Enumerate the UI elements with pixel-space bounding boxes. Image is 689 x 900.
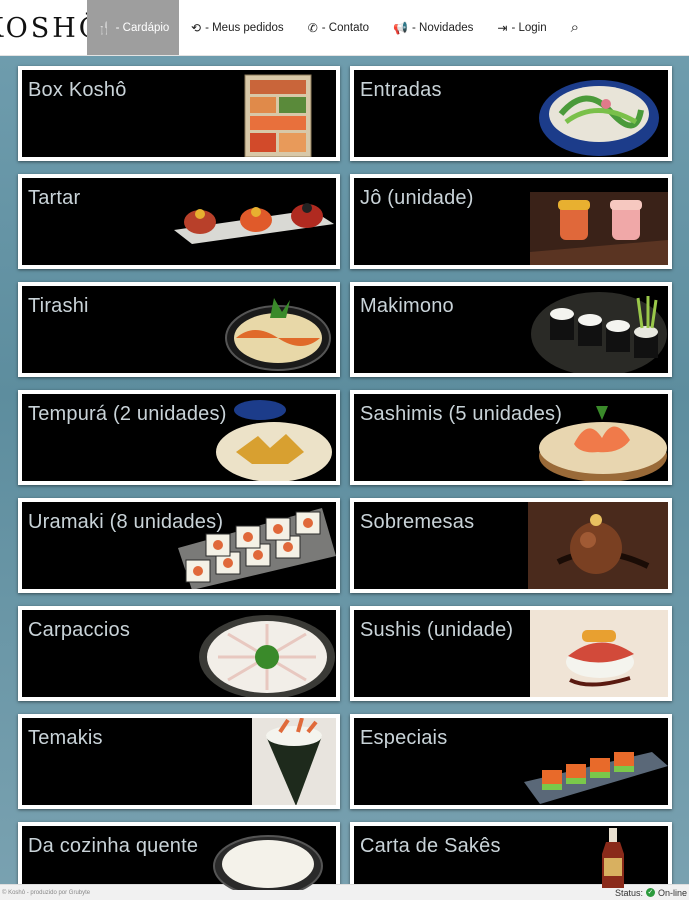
refresh-orders-icon: ⟲ [191, 20, 202, 35]
temaki-cone-photo [252, 718, 336, 805]
search-button[interactable]: ⌕ [559, 0, 595, 55]
category-name: Sashimis (5 unidades) [360, 403, 563, 425]
category-card-carpaccios[interactable]: Carpaccios [18, 606, 340, 701]
category-card-sobremesas[interactable]: Sobremesas [350, 498, 672, 593]
category-name: Uramaki (8 unidades) [28, 511, 224, 533]
bento-box-photo [244, 74, 312, 157]
category-name: Tempurá (2 unidades) [28, 403, 227, 425]
nav-contato[interactable]: ✆ - Contato [296, 0, 381, 55]
login-icon: ⇥ [497, 20, 508, 35]
category-card-entradas[interactable]: Entradas [350, 66, 672, 161]
category-name: Entradas [360, 79, 442, 101]
rice-bowl-photo [213, 835, 323, 890]
category-name: Tirashi [28, 295, 89, 317]
nav-label: - Novidades [412, 21, 474, 34]
especiais-plate-photo [524, 752, 668, 804]
megaphone-icon: 📢 [393, 20, 409, 35]
nav-novidades[interactable]: 📢 - Novidades [381, 0, 485, 55]
category-name: Box Koshô [28, 79, 127, 101]
category-name: Da cozinha quente [28, 835, 199, 857]
category-card-tartar[interactable]: Tartar [18, 174, 340, 269]
connection-status: Status: ✓ On-line [615, 888, 687, 898]
category-name: Tartar [28, 187, 81, 209]
category-name: Especiais [360, 727, 448, 749]
search-icon: ⌕ [570, 19, 580, 36]
category-card-box-kosho[interactable]: Box Koshô [18, 66, 340, 161]
nav-meus-pedidos[interactable]: ⟲ - Meus pedidos [179, 0, 296, 55]
category-name: Jô (unidade) [360, 187, 474, 209]
status-label: Status: [614, 887, 643, 898]
category-card-jo[interactable]: Jô (unidade) [350, 174, 672, 269]
phone-icon: ✆ [307, 20, 318, 35]
makimono-plate-photo [531, 292, 667, 373]
category-card-makimono[interactable]: Makimono [350, 282, 672, 377]
nav-label: - Login [511, 21, 547, 34]
category-card-uramaki[interactable]: Uramaki (8 unidades) [18, 498, 340, 593]
nav-label: - Meus pedidos [205, 21, 284, 34]
chocolate-dessert-photo [528, 502, 668, 589]
category-name: Carta de Sakês [360, 835, 501, 857]
salad-bowl-photo [539, 80, 659, 156]
nav-label: - Cardápio [115, 21, 170, 34]
tartar-plate-photo [174, 203, 334, 244]
jo-pieces-photo [530, 192, 668, 265]
category-grid: Box Koshô Entradas Tartar Jô (unidade) T… [18, 66, 672, 900]
nav-login[interactable]: ⇥ - Login [485, 0, 558, 55]
category-name: Sushis (unidade) [360, 619, 514, 641]
carpaccio-plate-photo [199, 615, 335, 697]
category-name: Temakis [28, 727, 103, 749]
category-card-especiais[interactable]: Especiais [350, 714, 672, 809]
status-value: On-line [657, 887, 687, 898]
category-name: Sobremesas [360, 511, 475, 533]
utensils-icon: 🍴 [96, 20, 112, 35]
online-check-icon: ✓ [645, 888, 655, 897]
category-card-tempura[interactable]: Tempurá (2 unidades) [18, 390, 340, 485]
category-name: Makimono [360, 295, 454, 317]
category-card-sashimis[interactable]: Sashimis (5 unidades) [350, 390, 672, 485]
footer-credit: © Koshô - produzido por Grubyte [2, 889, 91, 896]
category-name: Carpaccios [28, 619, 131, 641]
tirashi-bowl-photo [225, 298, 331, 371]
category-card-sushis[interactable]: Sushis (unidade) [350, 606, 672, 701]
nav-label: - Contato [321, 21, 370, 34]
sake-bottle-photo [602, 828, 624, 888]
tempura-plate-photo [216, 400, 332, 481]
sushi-pieces-photo [530, 610, 668, 697]
nav-cardapio[interactable]: 🍴 - Cardápio [87, 0, 179, 55]
top-navigation-bar: KOSHŌ 🍴 - Cardápio ⟲ - Meus pedidos ✆ - … [0, 0, 689, 56]
brand-logo[interactable]: KOSHŌ [0, 0, 101, 56]
category-card-temakis[interactable]: Temakis [18, 714, 340, 809]
category-card-tirashi[interactable]: Tirashi [18, 282, 340, 377]
page-footer: © Koshô - produzido por Grubyte Status: … [0, 884, 689, 900]
